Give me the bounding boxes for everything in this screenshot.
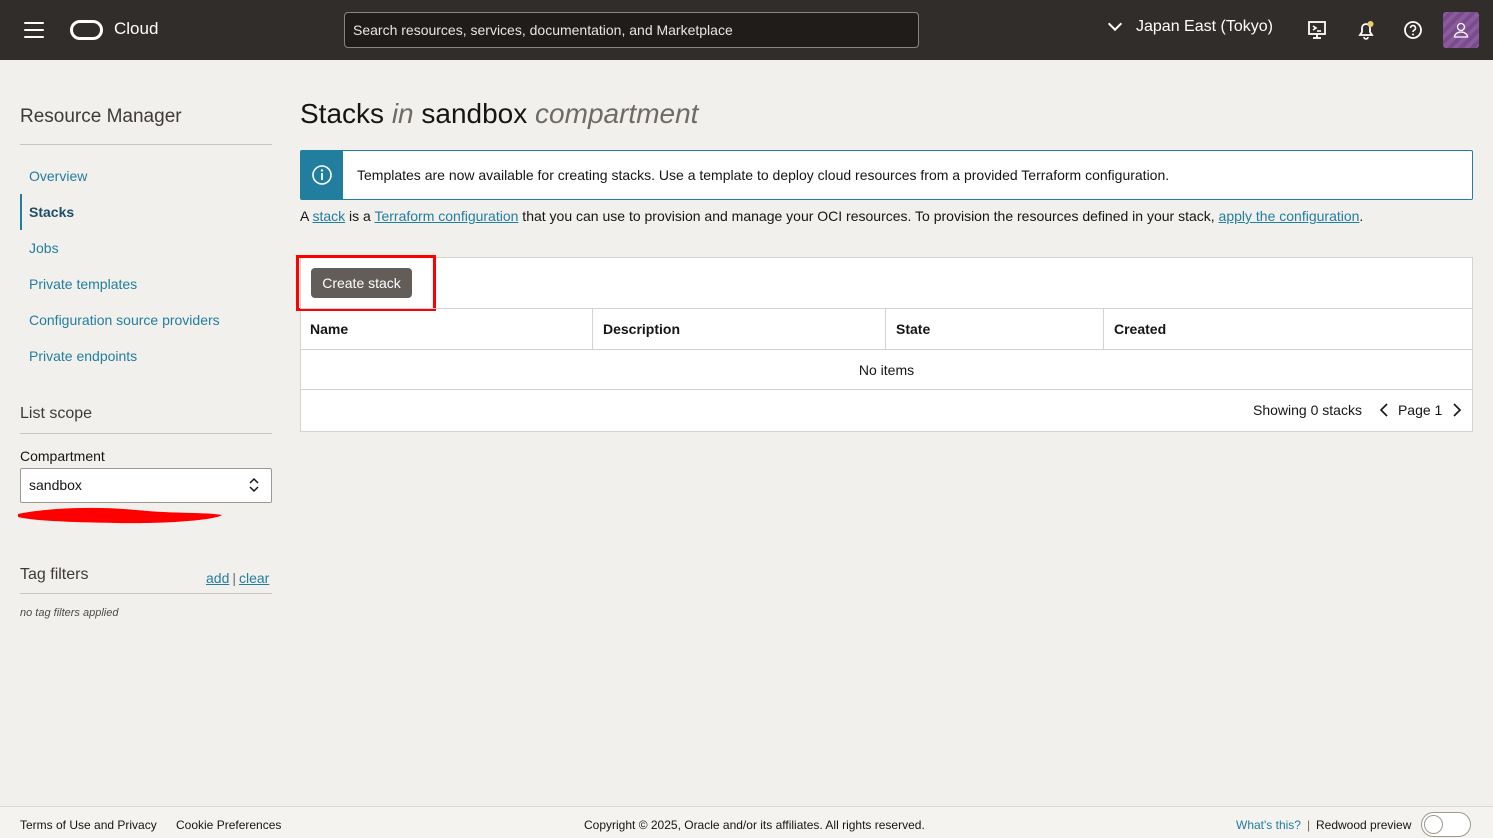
list-scope-heading: List scope — [20, 405, 93, 422]
desc-text: is a — [345, 208, 375, 224]
banner-message: Templates are now available for creating… — [357, 167, 1170, 183]
cloud-shell-icon[interactable] — [1305, 18, 1329, 42]
bell-icon[interactable] — [1354, 18, 1378, 42]
page-number: Page 1 — [1397, 402, 1443, 418]
sidebar-title: Resource Manager — [20, 106, 182, 127]
column-header-created[interactable]: Created — [1104, 309, 1471, 349]
table-header: Name Description State Created — [300, 308, 1473, 350]
cookie-preferences-link[interactable]: Cookie Preferences — [176, 818, 281, 832]
search-input[interactable] — [344, 12, 919, 48]
redwood-preview-label: Redwood preview — [1316, 818, 1412, 832]
desc-text: . — [1359, 208, 1364, 224]
toggle-knob — [1424, 815, 1443, 834]
divider — [20, 433, 272, 434]
brand-name[interactable]: Cloud — [114, 19, 158, 39]
column-header-name[interactable]: Name — [300, 309, 593, 349]
separator: | — [1307, 818, 1311, 832]
column-header-description[interactable]: Description — [593, 309, 886, 349]
separator: | — [232, 570, 236, 586]
no-tag-filters-text: no tag filters applied — [20, 607, 119, 619]
terms-link[interactable]: Terms of Use and Privacy — [20, 818, 157, 832]
stack-link[interactable]: stack — [312, 208, 345, 224]
page-title: Stacks in sandbox compartment — [300, 98, 698, 130]
region-label: Japan East (Tokyo) — [1136, 18, 1273, 35]
desc-text: A — [300, 208, 313, 224]
avatar[interactable] — [1443, 12, 1479, 48]
page-title-stacks: Stacks — [300, 98, 385, 129]
copyright-text: Copyright © 2025, Oracle and/or its affi… — [584, 818, 925, 832]
pagination: Showing 0 stacks Page 1 — [1253, 401, 1466, 419]
sidebar-item-overview[interactable]: Overview — [20, 158, 272, 194]
oracle-logo-icon[interactable] — [70, 20, 103, 40]
sidebar-item-private-templates[interactable]: Private templates — [20, 266, 272, 302]
stack-description: A stack is a Terraform configuration tha… — [300, 208, 1363, 224]
info-strip — [301, 151, 343, 199]
top-navigation-bar: Cloud Japan East (Tokyo) — [0, 0, 1493, 60]
add-tag-filter-link[interactable]: add — [206, 570, 229, 586]
region-selector[interactable]: Japan East (Tokyo) — [1107, 16, 1273, 36]
divider — [20, 144, 272, 145]
info-banner: Templates are now available for creating… — [300, 150, 1473, 200]
whats-this-link[interactable]: What's this? — [1236, 818, 1301, 832]
sidebar-item-stacks[interactable]: Stacks — [20, 194, 272, 230]
apply-configuration-link[interactable]: apply the configuration — [1219, 208, 1360, 224]
tag-filters-heading: Tag filters — [20, 566, 89, 583]
chevron-up-down-icon — [249, 477, 259, 493]
terraform-configuration-link[interactable]: Terraform configuration — [374, 208, 518, 224]
page-title-in: in — [391, 98, 414, 129]
sidebar-nav: Overview Stacks Jobs Private templates C… — [20, 158, 272, 374]
menu-icon[interactable] — [24, 22, 44, 38]
redaction-mark — [18, 507, 222, 524]
page-title-suffix: compartment — [535, 98, 699, 129]
help-icon[interactable] — [1401, 18, 1425, 42]
sidebar-item-private-endpoints[interactable]: Private endpoints — [20, 338, 272, 374]
sidebar-item-configuration-source-providers[interactable]: Configuration source providers — [20, 302, 272, 338]
clear-tag-filter-link[interactable]: clear — [239, 570, 269, 586]
info-icon — [312, 165, 332, 185]
next-page-icon[interactable] — [1448, 401, 1466, 419]
compartment-select[interactable]: sandbox — [20, 468, 272, 503]
showing-count: Showing 0 stacks — [1253, 402, 1362, 418]
divider — [20, 593, 272, 594]
page-title-compartment: sandbox — [421, 98, 528, 129]
highlight-box — [296, 255, 436, 311]
compartment-value: sandbox — [29, 477, 82, 493]
empty-table-message: No items — [300, 350, 1473, 390]
redwood-preview-toggle[interactable] — [1421, 812, 1471, 837]
chevron-down-icon — [1107, 16, 1123, 32]
page-footer: Terms of Use and Privacy Cookie Preferen… — [0, 806, 1493, 838]
previous-page-icon[interactable] — [1376, 401, 1394, 419]
sidebar-item-jobs[interactable]: Jobs — [20, 230, 272, 266]
compartment-label: Compartment — [20, 448, 105, 464]
tag-filter-actions: add | clear — [206, 570, 269, 586]
desc-text: that you can use to provision and manage… — [518, 208, 1219, 224]
column-header-state[interactable]: State — [886, 309, 1104, 349]
user-icon — [1453, 22, 1469, 38]
